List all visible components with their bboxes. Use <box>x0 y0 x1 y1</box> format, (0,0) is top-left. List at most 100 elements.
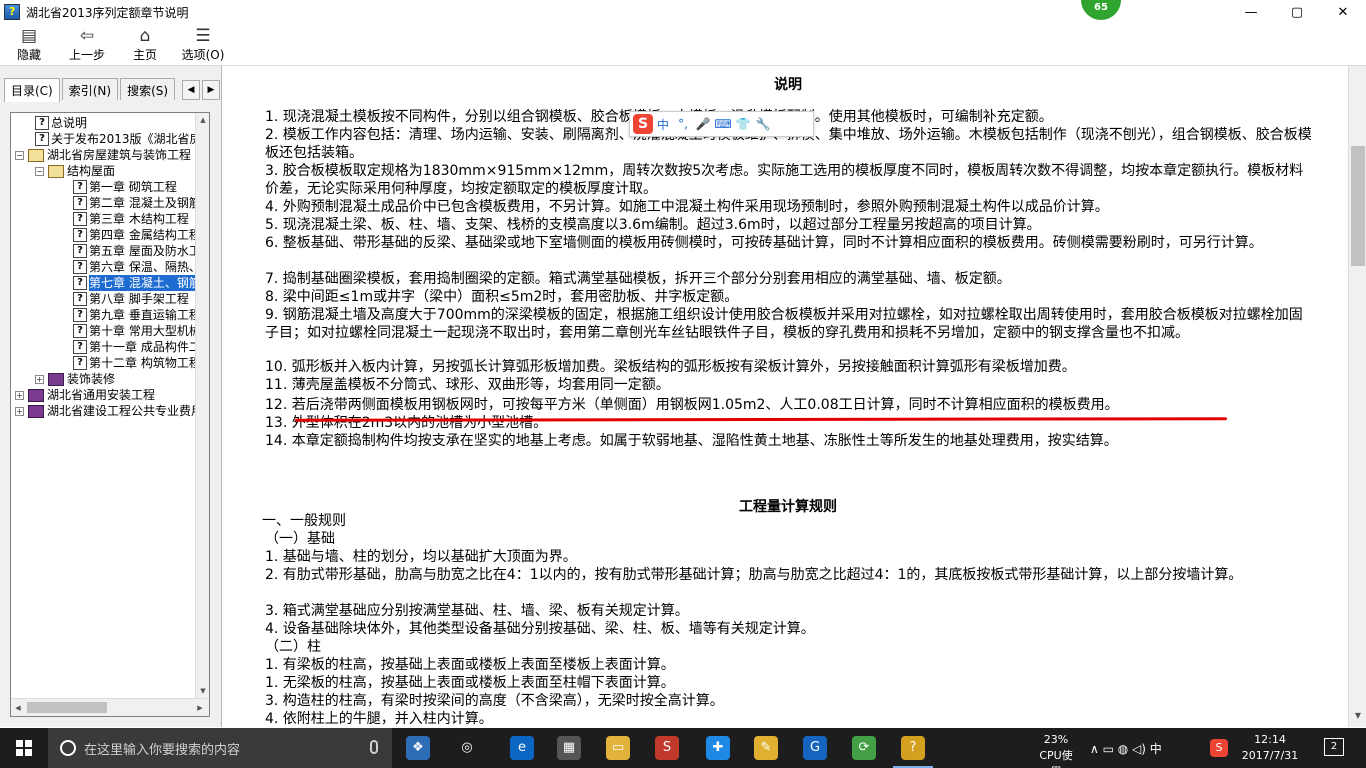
tree-item[interactable]: ? 第七章 混凝土、钢筋 <box>73 275 197 291</box>
tab-search[interactable]: 搜索(S) <box>120 78 176 100</box>
expand-icon[interactable]: + <box>35 374 44 384</box>
maximize-button[interactable]: ▢ <box>1274 0 1320 24</box>
tree-item[interactable]: ? 总说明 <box>35 115 87 131</box>
rule-item: 3. 箱式满堂基础应分别按满堂基础、柱、墙、梁、板有关规定计算。 <box>265 603 689 619</box>
tab-index[interactable]: 索引(N) <box>61 78 119 100</box>
help-page-icon: ? <box>73 212 87 226</box>
help-page-icon: ? <box>35 132 49 146</box>
window-title: 湖北省2013序列定额章节说明 <box>26 5 189 20</box>
tree-item[interactable]: ?第十一章 成品构件二次 <box>73 339 197 355</box>
collapse-icon[interactable]: − <box>35 166 44 176</box>
tree-item-label: 第十一章 成品构件二次 <box>89 340 197 354</box>
expand-icon[interactable]: + <box>15 390 24 400</box>
content-vertical-scrollbar[interactable]: ▼ <box>1348 66 1366 727</box>
tree-horizontal-scrollbar[interactable]: ◀ ▶ <box>11 698 209 716</box>
home-label: 主页 <box>132 48 157 62</box>
tree-item[interactable]: ? 第十章 常用大型机械 <box>73 323 197 339</box>
help-app-icon <box>4 4 20 20</box>
task-view-icon[interactable]: ❖ <box>406 736 430 760</box>
tree-item[interactable]: ? 第二章 混凝土及钢筋 <box>73 195 197 211</box>
content-scroll-down-arrow[interactable]: ▼ <box>1349 711 1366 727</box>
cpu-usage-widget[interactable]: 23% CPU使用 <box>1034 732 1078 768</box>
tree-item[interactable]: + 装饰装修 <box>35 371 115 387</box>
description-item: 10. 弧形板并入板内计算，另按弧长计算弧形板增加费。梁板结构的弧形板按有梁板计… <box>265 359 1076 375</box>
rule-item: 3. 构造柱的柱高，有梁时按梁间的高度（不含梁高），无梁时按全高计算。 <box>265 693 724 709</box>
app-swirl-icon[interactable]: ◎ <box>455 736 479 760</box>
scroll-up-arrow[interactable]: ▲ <box>196 113 209 127</box>
tree-item-label: 第九章 垂直运输工程 <box>89 308 197 322</box>
app-cross-icon[interactable]: ✚ <box>706 736 730 760</box>
sogou-logo-icon[interactable]: S <box>633 114 653 134</box>
tab-right-arrow[interactable]: ▶ <box>202 80 220 100</box>
hide-button[interactable]: ▤ 隐藏 <box>0 24 58 65</box>
scroll-down-arrow[interactable]: ▼ <box>196 684 209 698</box>
open-book-icon <box>48 164 64 178</box>
home-button[interactable]: ⌂ 主页 <box>116 24 174 65</box>
tree-item[interactable]: − 湖北省房屋建筑与装饰工程 <box>15 147 191 163</box>
hide-icon: ▤ <box>20 26 38 46</box>
microphone-icon[interactable] <box>370 740 378 754</box>
tree-item[interactable]: ? 第四章 金属结构工程 <box>73 227 197 243</box>
content-scroll-thumb[interactable] <box>1351 146 1365 266</box>
minimize-button[interactable]: — <box>1228 0 1274 24</box>
tree-item[interactable]: ?第六章 保温、隔热、防 <box>73 259 197 275</box>
tree-item[interactable]: − 结构屋面 <box>35 163 115 179</box>
description-item: 4. 外购预制混凝土成品价中已包含模板费用，不另计算。如施工中混凝土构件采用现场… <box>265 199 1109 215</box>
app-green-icon[interactable]: ⟳ <box>852 736 876 760</box>
description-item: 6. 整板基础、带形基础的反梁、基础梁或地下室墙侧面的模板用砖侧模时，可按砖基础… <box>265 235 1263 251</box>
tree-item[interactable]: + 湖北省建设工程公共专业费用 <box>15 403 197 419</box>
app-notes-icon[interactable]: ✎ <box>754 736 778 760</box>
tree-item[interactable]: ? 第三章 木结构工程 <box>73 211 189 227</box>
back-button[interactable]: ⇦ 上一步 <box>58 24 116 65</box>
close-button[interactable]: ✕ <box>1320 0 1366 24</box>
taskbar: 在这里输入你要搜索的内容 ❖ ◎ e ▦ ▭ S ✚ ✎ G ⟳ ? 23% C… <box>0 728 1366 768</box>
tree-item[interactable]: ? 第一章 砌筑工程 <box>73 179 177 195</box>
tab-left-arrow[interactable]: ◀ <box>182 80 200 100</box>
app-red-icon[interactable]: S <box>655 736 679 760</box>
notification-center-icon[interactable]: 2 <box>1324 738 1344 756</box>
tree-item-label: 第八章 脚手架工程 <box>89 292 189 306</box>
file-explorer-icon[interactable]: ▭ <box>606 736 630 760</box>
start-button[interactable] <box>0 728 48 768</box>
collapse-icon[interactable]: − <box>15 150 24 160</box>
ime-skin-icon[interactable]: 👕 <box>733 117 753 131</box>
tree-item[interactable]: ? 第八章 脚手架工程 <box>73 291 189 307</box>
help-page-icon: ? <box>73 244 87 258</box>
scroll-left-arrow[interactable]: ◀ <box>11 699 25 716</box>
system-tray[interactable]: ∧ ▭ ◍ ◁) 中 <box>1090 740 1162 757</box>
ime-voice-icon[interactable]: 🎤 <box>693 117 713 131</box>
store-icon[interactable]: ▦ <box>557 736 581 760</box>
ime-tools-icon[interactable]: 🔧 <box>753 117 773 131</box>
title-bar: 湖北省2013序列定额章节说明 — ▢ ✕ <box>0 0 1366 24</box>
ime-chinese-mode[interactable]: 中 <box>653 116 673 133</box>
tree-item-label: 第三章 木结构工程 <box>89 212 189 226</box>
tab-contents[interactable]: 目录(C) <box>4 78 60 102</box>
back-arrow-icon: ⇦ <box>79 26 95 46</box>
tree-item-label: 第五章 屋面及防水工程 <box>89 244 197 258</box>
tree-item[interactable]: ? 第九章 垂直运输工程 <box>73 307 197 323</box>
tree-item[interactable]: ?关于发布2013版《湖北省房屋 <box>35 131 197 147</box>
sogou-tray-icon[interactable]: S <box>1210 739 1228 757</box>
tree-item-label: 装饰装修 <box>67 372 116 386</box>
expand-icon[interactable]: + <box>15 406 24 416</box>
toolbar: ▤ 隐藏 ⇦ 上一步 ⌂ 主页 ☰ 选项(O) <box>0 24 1366 66</box>
scroll-thumb[interactable] <box>27 702 107 713</box>
options-button[interactable]: ☰ 选项(O) <box>174 24 232 65</box>
help-viewer-taskbar-icon[interactable]: ? <box>893 736 933 768</box>
tree-item-label: 第二章 混凝土及钢筋 <box>89 196 197 210</box>
help-page-icon: ? <box>73 356 87 370</box>
tree-item[interactable]: + 湖北省通用安装工程 <box>15 387 155 403</box>
help-page-icon: ? <box>35 116 49 130</box>
scroll-right-arrow[interactable]: ▶ <box>193 699 207 716</box>
taskbar-clock[interactable]: 12:14 2017/7/31 <box>1240 732 1300 764</box>
tree-item[interactable]: ? 第十二章 构筑物工程 <box>73 355 197 371</box>
ime-keyboard-icon[interactable]: ⌨ <box>713 117 733 131</box>
taskbar-search-box[interactable]: 在这里输入你要搜索的内容 <box>48 728 392 768</box>
contents-tree: ?总说明?关于发布2013版《湖北省房屋−湖北省房屋建筑与装饰工程−结构屋面?第… <box>10 112 210 717</box>
edge-browser-icon[interactable]: e <box>510 736 534 760</box>
app-g-icon[interactable]: G <box>803 736 827 760</box>
ime-punctuation-icon[interactable]: °, <box>673 117 693 131</box>
help-page-icon: ? <box>73 324 87 338</box>
tree-item[interactable]: ?第五章 屋面及防水工程 <box>73 243 197 259</box>
tree-vertical-scrollbar[interactable]: ▲ ▼ <box>195 113 209 698</box>
